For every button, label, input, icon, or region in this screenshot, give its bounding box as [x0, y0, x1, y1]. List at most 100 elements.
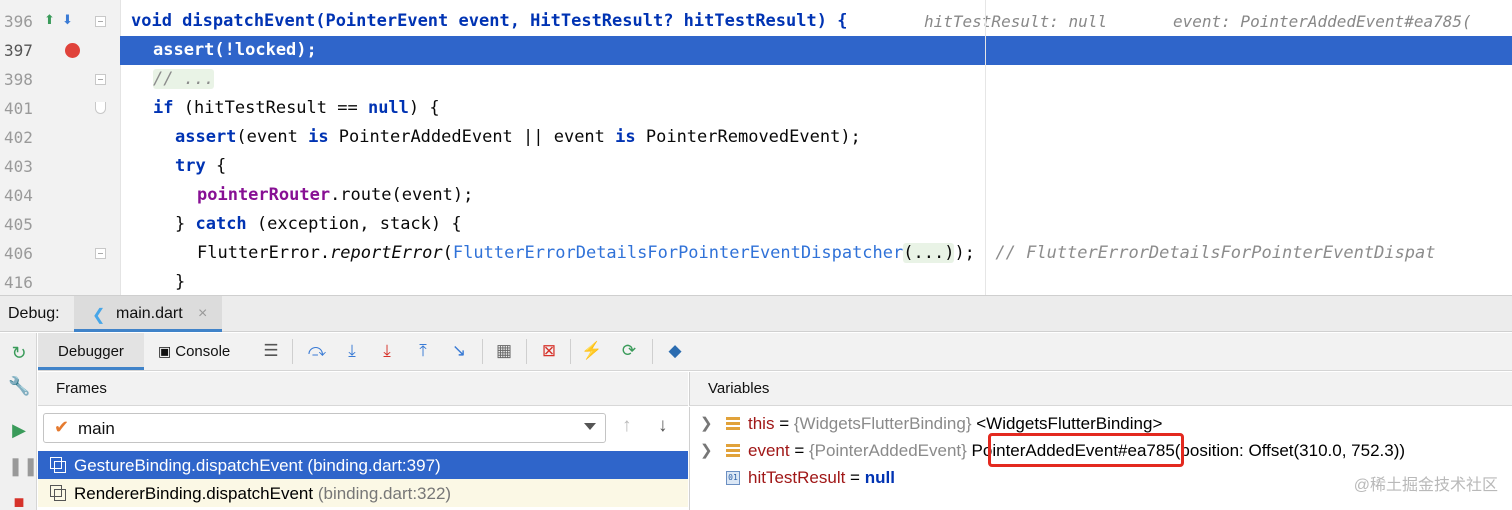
- code-text: if (hitTestResult == null) {: [153, 98, 440, 118]
- run-to-cursor-icon[interactable]: ↘: [448, 340, 470, 362]
- code-editor[interactable]: 396 ⬆ ⬇ void dispatchEvent(PointerEvent …: [0, 0, 1512, 295]
- code-line-401[interactable]: 401 if (hitTestResult == null) {: [0, 94, 1512, 123]
- line-number: 403: [4, 157, 33, 176]
- variable-text: hitTestResult = null: [748, 468, 895, 487]
- toolbar-divider: [292, 339, 293, 364]
- frame-text: RendererBinding.dispatchEvent (binding.d…: [74, 484, 452, 503]
- field-icon: [726, 444, 740, 458]
- tab-console[interactable]: ▣ Console: [158, 333, 268, 370]
- code-text: void dispatchEvent(PointerEvent event, H…: [131, 11, 848, 31]
- line-number: 404: [4, 186, 33, 205]
- chevron-down-icon: [584, 423, 596, 430]
- step-over-icon[interactable]: ⤼: [306, 340, 328, 362]
- frame-row[interactable]: RendererBinding.dispatchEvent (binding.d…: [38, 479, 688, 507]
- flutter-icon: ❮: [92, 307, 106, 324]
- resume-icon[interactable]: ▶: [8, 419, 30, 441]
- hot-reload-icon[interactable]: ⚡: [581, 340, 603, 362]
- code-line-402[interactable]: 402 assert(event is PointerAddedEvent ||…: [0, 123, 1512, 152]
- line-number: 397: [4, 41, 33, 60]
- code-line-397-current[interactable]: 397 assert(!locked);: [0, 36, 1512, 65]
- gutter-cell: 404: [0, 181, 120, 210]
- folded-comment[interactable]: // ...: [153, 69, 215, 89]
- line-number: 416: [4, 273, 33, 292]
- frames-title: Frames: [56, 380, 107, 397]
- code-line-406[interactable]: 406 FlutterError.reportError(FlutterErro…: [0, 239, 1512, 268]
- code-line-398[interactable]: 398 // ...: [0, 65, 1512, 94]
- toolbar-divider: [570, 339, 571, 364]
- step-into-icon[interactable]: ⤓: [341, 340, 363, 362]
- gutter-cell: 403: [0, 152, 120, 181]
- code-text: } catch (exception, stack) {: [175, 214, 462, 234]
- toolbar-divider: [652, 339, 653, 364]
- gutter-cell: 396 ⬆ ⬇: [0, 7, 120, 36]
- gutter-cell: 406: [0, 239, 120, 268]
- breakpoint-icon[interactable]: [65, 43, 80, 58]
- dart-devtools-icon[interactable]: ◆: [664, 340, 686, 362]
- gutter-cell: 397: [0, 36, 120, 65]
- debug-label: Debug:: [8, 305, 60, 322]
- tab-debugger[interactable]: Debugger: [38, 333, 144, 370]
- watermark: @稀土掘金技术社区: [1353, 477, 1498, 494]
- frame-text: GestureBinding.dispatchEvent (binding.da…: [74, 456, 441, 475]
- code-line-405[interactable]: 405 } catch (exception, stack) {: [0, 210, 1512, 239]
- fold-toggle[interactable]: [95, 74, 106, 85]
- code-line-403[interactable]: 403 try {: [0, 152, 1512, 181]
- override-icon[interactable]: ⬆: [44, 13, 55, 28]
- code-text: assert(!locked);: [153, 40, 317, 60]
- next-frame-icon[interactable]: ↓: [658, 415, 668, 437]
- gutter-cell: 398: [0, 65, 120, 94]
- menu-icon[interactable]: ☰: [260, 340, 282, 362]
- line-number: 405: [4, 215, 33, 234]
- run-config-tab[interactable]: ❮ main.dart ×: [74, 296, 222, 332]
- expand-arrow-icon[interactable]: ❯: [700, 414, 713, 432]
- code-line-416[interactable]: 416 }: [0, 268, 1512, 295]
- frame-icon: [50, 485, 66, 501]
- gutter-cell: 405: [0, 210, 120, 239]
- field-icon: [726, 417, 740, 431]
- frame-icon: [50, 457, 66, 473]
- code-line-396[interactable]: 396 ⬆ ⬇ void dispatchEvent(PointerEvent …: [0, 7, 1512, 36]
- close-icon[interactable]: ×: [198, 305, 207, 323]
- fold-toggle[interactable]: [95, 16, 106, 27]
- wrench-icon[interactable]: 🔧: [8, 375, 30, 397]
- view-breakpoints-icon[interactable]: ⊠: [538, 340, 560, 362]
- toolbar-divider: [482, 339, 483, 364]
- frames-panel-header: Frames: [38, 372, 688, 406]
- gutter-cell: 401: [0, 94, 120, 123]
- check-icon: ✔: [54, 417, 70, 437]
- code-line-404[interactable]: 404 pointerRouter.route(event);: [0, 181, 1512, 210]
- force-step-into-icon[interactable]: ⤓: [376, 340, 398, 362]
- expand-arrow-icon[interactable]: ❯: [700, 441, 713, 459]
- previous-frame-icon[interactable]: ↑: [622, 415, 632, 437]
- variables-panel: ❯ this = {WidgetsFlutterBinding} <Widget…: [689, 407, 1512, 510]
- fold-toggle[interactable]: [95, 102, 106, 114]
- code-text: pointerRouter.route(event);: [197, 185, 474, 205]
- variable-text: this = {WidgetsFlutterBinding} <WidgetsF…: [748, 414, 1163, 433]
- line-number: 396: [4, 12, 33, 31]
- annotation-highlight-box: [988, 433, 1184, 467]
- line-number: 406: [4, 244, 33, 263]
- pause-icon[interactable]: ❚❚: [8, 455, 38, 477]
- variables-title: Variables: [708, 380, 770, 397]
- step-out-icon[interactable]: ⤒: [412, 340, 434, 362]
- frame-row-selected[interactable]: GestureBinding.dispatchEvent (binding.da…: [38, 451, 688, 479]
- evaluate-expression-icon[interactable]: ▦: [493, 340, 515, 362]
- thread-dropdown[interactable]: ✔ main: [43, 413, 606, 443]
- code-text: }: [175, 272, 186, 292]
- run-config-name: main.dart: [116, 305, 183, 322]
- line-number: 401: [4, 99, 33, 118]
- inline-hint-hittestresult: hitTestResult: null: [924, 12, 1108, 31]
- line-number: 402: [4, 128, 33, 147]
- debug-side-toolbar: ↻ 🔧 ▶ ❚❚ ■: [0, 333, 38, 510]
- code-text: FlutterError.reportError(FlutterErrorDet…: [197, 243, 1436, 263]
- fold-toggle[interactable]: [95, 248, 106, 259]
- debug-tool-window-header: Debug: ❮ main.dart ×: [0, 295, 1512, 332]
- primitive-icon: 01: [726, 471, 740, 485]
- stop-icon[interactable]: ■: [8, 491, 30, 510]
- implementation-icon[interactable]: ⬇: [62, 13, 73, 28]
- code-text: assert(event is PointerAddedEvent || eve…: [175, 127, 861, 147]
- hot-restart-icon[interactable]: ⟳: [618, 340, 640, 362]
- rerun-icon[interactable]: ↻: [8, 342, 30, 364]
- line-number: 398: [4, 70, 33, 89]
- variables-panel-header: Variables: [689, 372, 1512, 406]
